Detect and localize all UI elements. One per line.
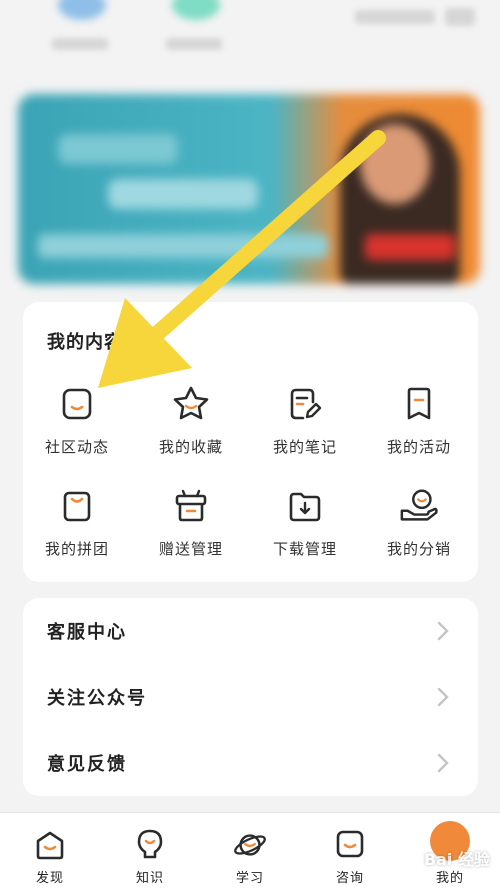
nav-tab-knowledge[interactable]: 知识	[100, 813, 200, 889]
nav-tab-label: 学习	[235, 871, 264, 886]
grid-item-label: 我的拼团	[44, 540, 109, 558]
shortcut-icon-blurred	[58, 0, 106, 20]
grid-item-my-activities[interactable]: 我的活动	[369, 384, 469, 464]
grid-item-my-favorites[interactable]: 我的收藏	[141, 384, 241, 464]
nav-tab-consult[interactable]: 咨询	[300, 813, 400, 889]
nav-tab-label: 咨询	[335, 871, 364, 886]
nav-tab-label: 知识	[135, 871, 164, 886]
chevron-right-icon	[432, 686, 454, 708]
lightbulb-icon	[133, 827, 167, 863]
bag-icon	[57, 486, 97, 526]
grid-item-label: 我的分销	[386, 540, 451, 558]
download-icon	[285, 486, 325, 526]
menu-row-follow-official-account[interactable]: 关注公众号	[23, 664, 478, 730]
chat-square-icon	[333, 827, 367, 863]
my-content-card: 我的内容 社区动态 我的收藏 我的笔记 我的活动 我的拼团 赠送管理 下载管理 …	[23, 302, 478, 582]
promo-banner[interactable]	[18, 94, 480, 284]
grid-item-label: 我的笔记	[272, 438, 337, 456]
grid-item-download-management[interactable]: 下载管理	[255, 486, 355, 566]
nav-tab-study[interactable]: 学习	[200, 813, 300, 889]
planet-icon	[233, 827, 267, 863]
watermark-text: Bai 经验	[423, 850, 490, 869]
shortcut-label-blurred	[52, 38, 108, 50]
grid-item-label: 我的活动	[386, 438, 451, 456]
chevron-right-icon	[432, 752, 454, 774]
star-icon	[171, 384, 211, 424]
grid-item-label: 下载管理	[272, 540, 337, 558]
grid-item-my-group-buy[interactable]: 我的拼团	[27, 486, 127, 566]
bookmark-flag-icon	[399, 384, 439, 424]
gift-box-icon	[171, 486, 211, 526]
menu-row-customer-service[interactable]: 客服中心	[23, 598, 478, 664]
nav-tab-discover[interactable]: 发现	[0, 813, 100, 889]
grid-item-my-notes[interactable]: 我的笔记	[255, 384, 355, 464]
grid-item-my-distribution[interactable]: 我的分销	[369, 486, 469, 566]
note-edit-icon	[285, 384, 325, 424]
nav-tab-label: 发现	[35, 871, 64, 886]
home-icon	[33, 827, 67, 863]
grid-item-label: 我的收藏	[158, 438, 223, 456]
shortcut-label-blurred	[166, 38, 222, 50]
menu-row-label: 关注公众号	[47, 688, 147, 709]
grid-item-gift-management[interactable]: 赠送管理	[141, 486, 241, 566]
header-icon-blurred	[445, 8, 475, 26]
chevron-right-icon	[432, 620, 454, 642]
menu-row-label: 客服中心	[47, 622, 127, 643]
grid-item-label: 社区动态	[44, 438, 109, 456]
hand-coin-icon	[399, 486, 439, 526]
face-square-icon	[57, 384, 97, 424]
grid-item-label: 赠送管理	[158, 540, 223, 558]
top-shortcuts-strip	[0, 0, 500, 80]
menu-row-label: 意见反馈	[47, 754, 127, 775]
shortcut-icon-blurred	[172, 0, 220, 20]
grid-item-community-updates[interactable]: 社区动态	[27, 384, 127, 464]
menu-row-feedback[interactable]: 意见反馈	[23, 730, 478, 796]
section-title-my-content: 我的内容	[47, 332, 123, 353]
header-text-blurred	[355, 10, 435, 24]
settings-menu-card: 客服中心 关注公众号 意见反馈	[23, 598, 478, 796]
